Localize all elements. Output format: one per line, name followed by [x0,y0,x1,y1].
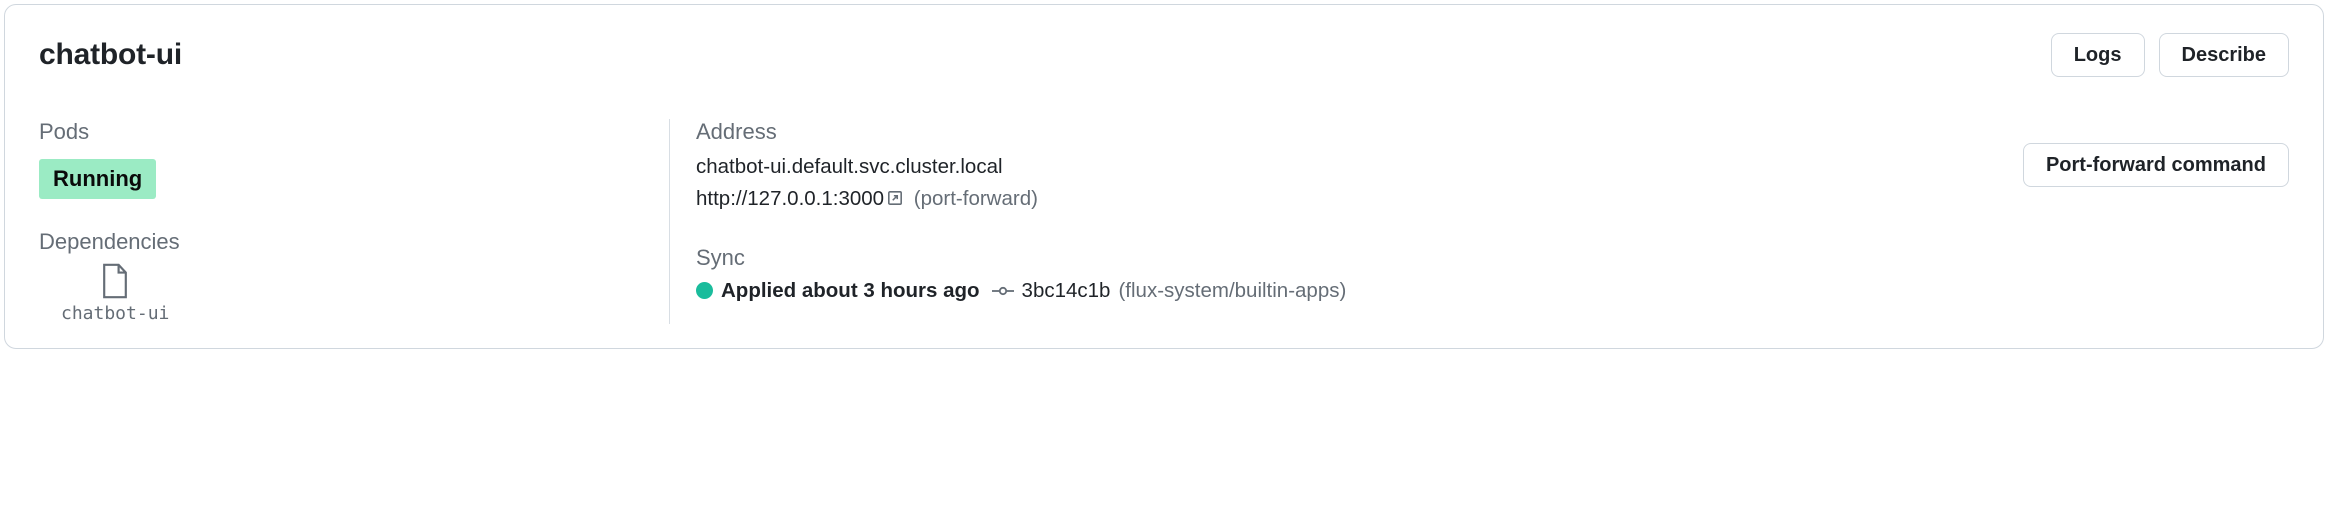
file-icon [100,263,130,299]
sync-section: Sync Applied about 3 hours ago 3bc14c1b … [696,245,2289,303]
pod-status-badge: Running [39,159,156,199]
dependencies-label: Dependencies [39,229,669,255]
left-column: Pods Running Dependencies chatbot-ui [39,119,669,324]
describe-button[interactable]: Describe [2159,33,2290,77]
header-actions: Logs Describe [2051,33,2289,77]
port-forward-button[interactable]: Port-forward command [2023,143,2289,187]
dependency-name: chatbot-ui [61,303,169,324]
resource-title: chatbot-ui [39,38,182,72]
logs-button[interactable]: Logs [2051,33,2145,77]
right-column: Address chatbot-ui.default.svc.cluster.l… [669,119,2289,324]
sync-commit-hash: 3bc14c1b [1022,279,1111,303]
dependency-item[interactable]: chatbot-ui [61,263,169,324]
sync-status-dot [696,282,713,299]
external-link-icon [886,189,904,207]
pods-label: Pods [39,119,669,145]
sync-status-text: Applied about 3 hours ago [721,279,980,303]
card-body: Pods Running Dependencies chatbot-ui Add… [39,119,2289,324]
sync-source: (flux-system/builtin-apps) [1118,279,1346,303]
address-url-link[interactable]: http://127.0.0.1:3000 [696,187,884,210]
resource-card: chatbot-ui Logs Describe Pods Running De… [4,4,2324,349]
port-forward-wrap: Port-forward command [2023,143,2289,187]
sync-status-line: Applied about 3 hours ago 3bc14c1b (flux… [696,279,2289,303]
address-url-line: http://127.0.0.1:3000 (port-forward) [696,183,2289,215]
card-header: chatbot-ui Logs Describe [39,33,2289,77]
commit-icon [992,284,1014,298]
address-note: (port-forward) [914,187,1038,210]
dependencies-section: Dependencies chatbot-ui [39,229,669,324]
sync-label: Sync [696,245,2289,271]
address-label: Address [696,119,2289,145]
